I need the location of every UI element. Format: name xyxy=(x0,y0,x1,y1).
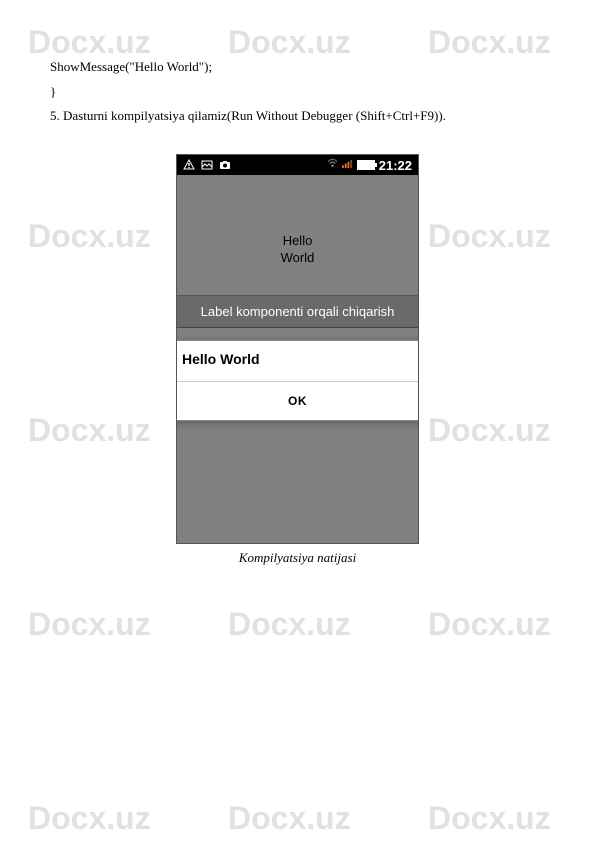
hello-label: Hello World xyxy=(177,175,418,267)
warning-icon xyxy=(183,159,195,171)
signal-icon xyxy=(342,158,353,172)
hello-text-2: World xyxy=(177,250,418,267)
dialog-ok-button[interactable]: OK xyxy=(176,382,419,420)
watermark: Docx.uz xyxy=(228,800,351,837)
camera-icon xyxy=(219,159,231,171)
status-left xyxy=(183,159,231,171)
label-component-button[interactable]: Label komponenti orqali chiqarish xyxy=(177,295,418,328)
dialog-title: Hello World xyxy=(176,341,419,381)
hello-text-1: Hello xyxy=(177,233,418,250)
status-time: 21:22 xyxy=(379,158,412,173)
phone-frame: 21:22 Hello World Label komponenti orqal… xyxy=(176,154,419,544)
code-line-3: 5. Dasturni kompilyatsiya qilamiz(Run Wi… xyxy=(50,104,545,129)
watermark: Docx.uz xyxy=(428,606,551,643)
phone-body: Hello World Label komponenti orqali chiq… xyxy=(177,175,418,543)
battery-icon xyxy=(357,160,375,170)
watermark: Docx.uz xyxy=(28,606,151,643)
watermark: Docx.uz xyxy=(428,800,551,837)
message-dialog: Hello World OK xyxy=(176,340,419,421)
status-right: 21:22 xyxy=(327,158,412,173)
phone-screenshot: 21:22 Hello World Label komponenti orqal… xyxy=(176,154,419,566)
page-content: ShowMessage("Hello World"); } 5. Dasturn… xyxy=(0,0,595,566)
watermark: Docx.uz xyxy=(228,606,351,643)
image-icon xyxy=(201,159,213,171)
figure-caption: Kompilyatsiya natijasi xyxy=(176,550,419,566)
code-line-1: ShowMessage("Hello World"); xyxy=(50,55,545,80)
wifi-icon xyxy=(327,158,338,172)
status-bar: 21:22 xyxy=(177,155,418,175)
code-line-2: } xyxy=(50,80,545,105)
watermark: Docx.uz xyxy=(28,800,151,837)
